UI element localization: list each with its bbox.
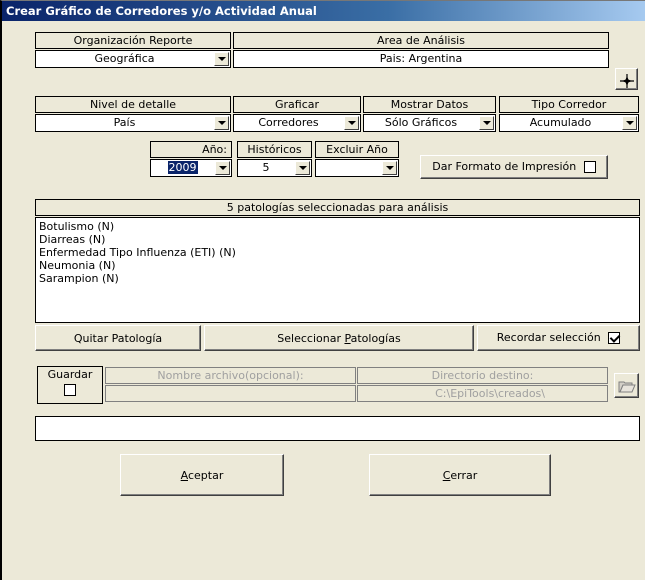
chevron-down-icon[interactable] bbox=[215, 161, 230, 175]
seleccionar-patologias-button[interactable]: Seleccionar Patologías bbox=[204, 325, 474, 351]
area-picker-button[interactable] bbox=[615, 68, 638, 90]
excluir-label: Excluir Año bbox=[315, 141, 399, 158]
recordar-label: Recordar selección bbox=[496, 331, 601, 344]
organizacion-label: Organización Reporte bbox=[35, 32, 231, 49]
historicos-label: Históricos bbox=[237, 141, 312, 158]
organizacion-value: Geográfica bbox=[94, 52, 155, 65]
excluir-select[interactable] bbox=[315, 159, 399, 177]
chevron-down-icon[interactable] bbox=[344, 116, 359, 130]
chevron-down-icon[interactable] bbox=[479, 116, 494, 130]
area-label: Area de Análisis bbox=[233, 32, 609, 49]
title-bar: Crear Gráfico de Corredores y/o Activida… bbox=[2, 1, 645, 21]
graficar-select[interactable]: Corredores bbox=[233, 114, 361, 132]
anio-value: 2009 bbox=[151, 160, 214, 176]
nombre-archivo-label: Nombre archivo(opcional): bbox=[105, 367, 356, 384]
cerrar-button[interactable]: Cerrar bbox=[369, 454, 551, 496]
chevron-down-icon[interactable] bbox=[382, 161, 397, 175]
formato-label: Dar Formato de Impresión bbox=[432, 160, 577, 173]
chevron-down-icon[interactable] bbox=[295, 161, 310, 175]
anio-select[interactable]: 2009 bbox=[150, 159, 232, 177]
area-value: Pais: Argentina bbox=[233, 50, 609, 68]
seleccionar-label-pre: Seleccionar bbox=[277, 331, 345, 345]
guardar-checkbox[interactable] bbox=[64, 384, 76, 396]
patologias-header: 5 patologías seleccionadas para análisis bbox=[35, 199, 640, 216]
chevron-down-icon[interactable] bbox=[622, 116, 637, 130]
list-item[interactable]: Neumonia (N) bbox=[39, 259, 636, 272]
chevron-down-icon[interactable] bbox=[214, 52, 229, 66]
aceptar-button[interactable]: Aceptar bbox=[120, 454, 284, 496]
patologias-list[interactable]: Botulismo (N) Diarreas (N) Enfermedad Ti… bbox=[35, 217, 640, 323]
list-item[interactable]: Sarampion (N) bbox=[39, 272, 636, 285]
dialog-window: Crear Gráfico de Corredores y/o Activida… bbox=[0, 0, 645, 580]
anio-label: Año: bbox=[150, 141, 232, 158]
quitar-patologia-button[interactable]: Quitar Patología bbox=[35, 325, 201, 351]
list-item[interactable]: Botulismo (N) bbox=[39, 220, 636, 233]
aceptar-label-rest: ceptar bbox=[187, 468, 224, 482]
tipo-label: Tipo Corredor bbox=[499, 96, 639, 113]
formato-checkbox[interactable] bbox=[583, 161, 596, 173]
graficar-value: Corredores bbox=[258, 116, 319, 129]
folder-open-icon bbox=[618, 381, 636, 393]
recordar-checkbox[interactable] bbox=[608, 332, 621, 344]
nombre-archivo-input[interactable] bbox=[105, 385, 356, 402]
formato-toggle[interactable]: Dar Formato de Impresión bbox=[420, 155, 608, 179]
directorio-label: Directorio destino: bbox=[357, 367, 608, 384]
nivel-value: País bbox=[113, 116, 136, 129]
crosshair-icon bbox=[619, 73, 634, 88]
window-title: Crear Gráfico de Corredores y/o Activida… bbox=[6, 4, 317, 18]
mostrar-label: Mostrar Datos bbox=[363, 96, 496, 113]
nivel-select[interactable]: País bbox=[35, 114, 231, 132]
tipo-value: Acumulado bbox=[529, 116, 592, 129]
historicos-value: 5 bbox=[262, 161, 270, 174]
seleccionar-label-post: atologías bbox=[350, 331, 401, 345]
anio-value-text: 2009 bbox=[167, 161, 198, 174]
directorio-value: C:\EpiTools\creados\ bbox=[357, 385, 608, 402]
cerrar-label-rest: errar bbox=[450, 468, 478, 482]
chevron-down-icon[interactable] bbox=[214, 116, 229, 130]
tipo-select[interactable]: Acumulado bbox=[499, 114, 639, 132]
browse-folder-button[interactable] bbox=[614, 373, 639, 398]
list-item[interactable]: Enfermedad Tipo Influenza (ETI) (N) bbox=[39, 246, 636, 259]
guardar-group: Guardar bbox=[37, 366, 103, 404]
guardar-label: Guardar bbox=[47, 368, 93, 381]
mostrar-value: Sólo Gráficos bbox=[384, 116, 458, 129]
aceptar-label-key: A bbox=[180, 468, 188, 482]
graficar-label: Graficar bbox=[233, 96, 361, 113]
list-item[interactable]: Diarreas (N) bbox=[39, 233, 636, 246]
historicos-select[interactable]: 5 bbox=[237, 159, 312, 177]
excluir-value bbox=[316, 160, 381, 176]
mostrar-select[interactable]: Sólo Gráficos bbox=[363, 114, 496, 132]
organizacion-select[interactable]: Geográfica bbox=[35, 50, 231, 68]
nivel-label: Nivel de detalle bbox=[35, 96, 231, 113]
status-field bbox=[35, 416, 640, 441]
recordar-toggle[interactable]: Recordar selección bbox=[477, 325, 640, 351]
